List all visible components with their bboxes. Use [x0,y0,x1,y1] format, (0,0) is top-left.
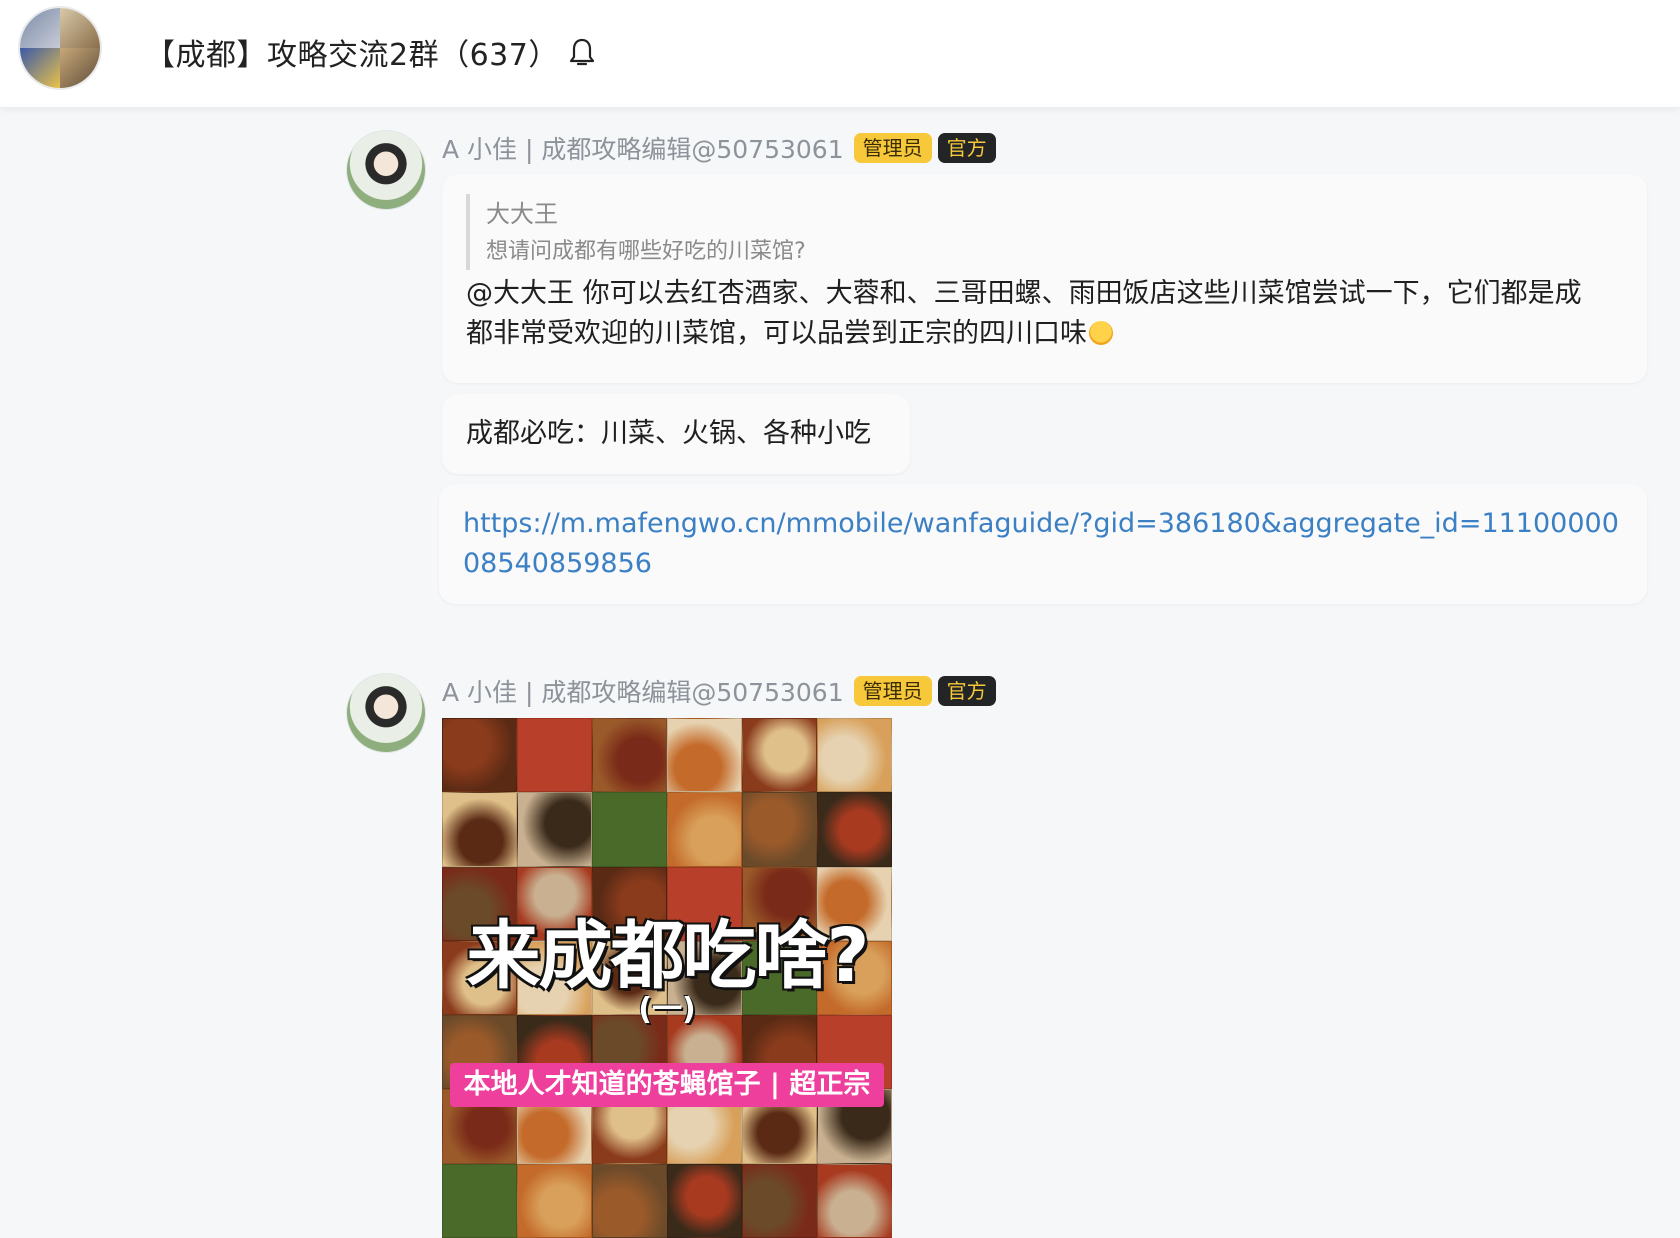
reply-message-bubble[interactable]: 大大王 想请问成都有哪些好吃的川菜馆? @大大王 你可以去红杏酒家、大蓉和、三哥… [442,174,1647,383]
collage-tile [442,792,517,867]
collage-tile [442,718,517,793]
collage-tile [592,792,667,867]
smiling-face-emoji-icon [1089,321,1113,345]
admin-badge: 管理员 [853,133,932,163]
collage-tile [742,718,817,793]
sender-name[interactable]: A 小佳 | 成都攻略编辑@50753061 [442,130,844,166]
poster-banner: 本地人才知道的苍蝇馆子 | 超正宗 [450,1063,884,1107]
sender-avatar[interactable] [346,673,426,753]
admin-badge: 管理员 [853,676,932,706]
sender-name[interactable]: A 小佳 | 成都攻略编辑@50753061 [442,673,844,709]
group-avatar-tile [20,8,60,48]
group-avatar-tile [60,8,100,48]
collage-tile [817,1163,892,1238]
collage-tile [592,718,667,793]
reply-text-container: @大大王 你可以去红杏酒家、大蓉和、三哥田螺、雨田饭店这些川菜馆尝试一下，它们都… [466,274,1586,354]
quoted-sender: 大大王 [486,200,558,228]
group-title[interactable]: 【成都】攻略交流2群（637） [145,30,597,74]
collage-tile [667,1163,742,1238]
collage-tile [742,792,817,867]
collage-tile [817,792,892,867]
official-badge: 官方 [937,133,996,163]
quoted-text: 想请问成都有哪些好吃的川菜馆? [486,239,806,264]
text-message-bubble[interactable]: 成都必吃：川菜、火锅、各种小吃 [442,394,910,474]
reply-text: @大大王 你可以去红杏酒家、大蓉和、三哥田螺、雨田饭店这些川菜馆尝试一下，它们都… [466,278,1582,349]
message-text: 成都必吃：川菜、火锅、各种小吃 [466,418,871,449]
chat-header: 【成都】攻略交流2群（637） [0,0,1680,108]
poster-subtitle: (一) [638,992,696,1027]
sender-avatar[interactable] [346,130,426,210]
message-link[interactable]: https://m.mafengwo.cn/mmobile/wanfaguide… [463,504,1623,584]
link-message-bubble[interactable]: https://m.mafengwo.cn/mmobile/wanfaguide… [439,484,1647,604]
group-title-text: 【成都】攻略交流2群（637） [145,38,559,73]
quoted-message[interactable]: 大大王 想请问成都有哪些好吃的川菜馆? [466,194,806,270]
collage-tile [517,792,592,867]
group-avatar-tile [20,48,60,88]
group-avatar-tile [60,48,100,88]
collage-tile [517,718,592,793]
collage-tile [667,792,742,867]
official-badge: 官方 [937,676,996,706]
collage-tile [592,1163,667,1238]
group-avatar[interactable] [18,6,102,90]
sender-line: A 小佳 | 成都攻略编辑@50753061 管理员 官方 [442,131,996,165]
collage-tile [667,718,742,793]
collage-tile [442,1163,517,1238]
collage-tile [817,718,892,793]
sender-line: A 小佳 | 成都攻略编辑@50753061 管理员 官方 [442,674,996,708]
food-poster-image[interactable]: 来成都吃啥? (一) 本地人才知道的苍蝇馆子 | 超正宗 [442,718,892,1238]
collage-tile [742,1163,817,1238]
collage-tile [517,1163,592,1238]
bell-icon[interactable] [567,36,597,68]
